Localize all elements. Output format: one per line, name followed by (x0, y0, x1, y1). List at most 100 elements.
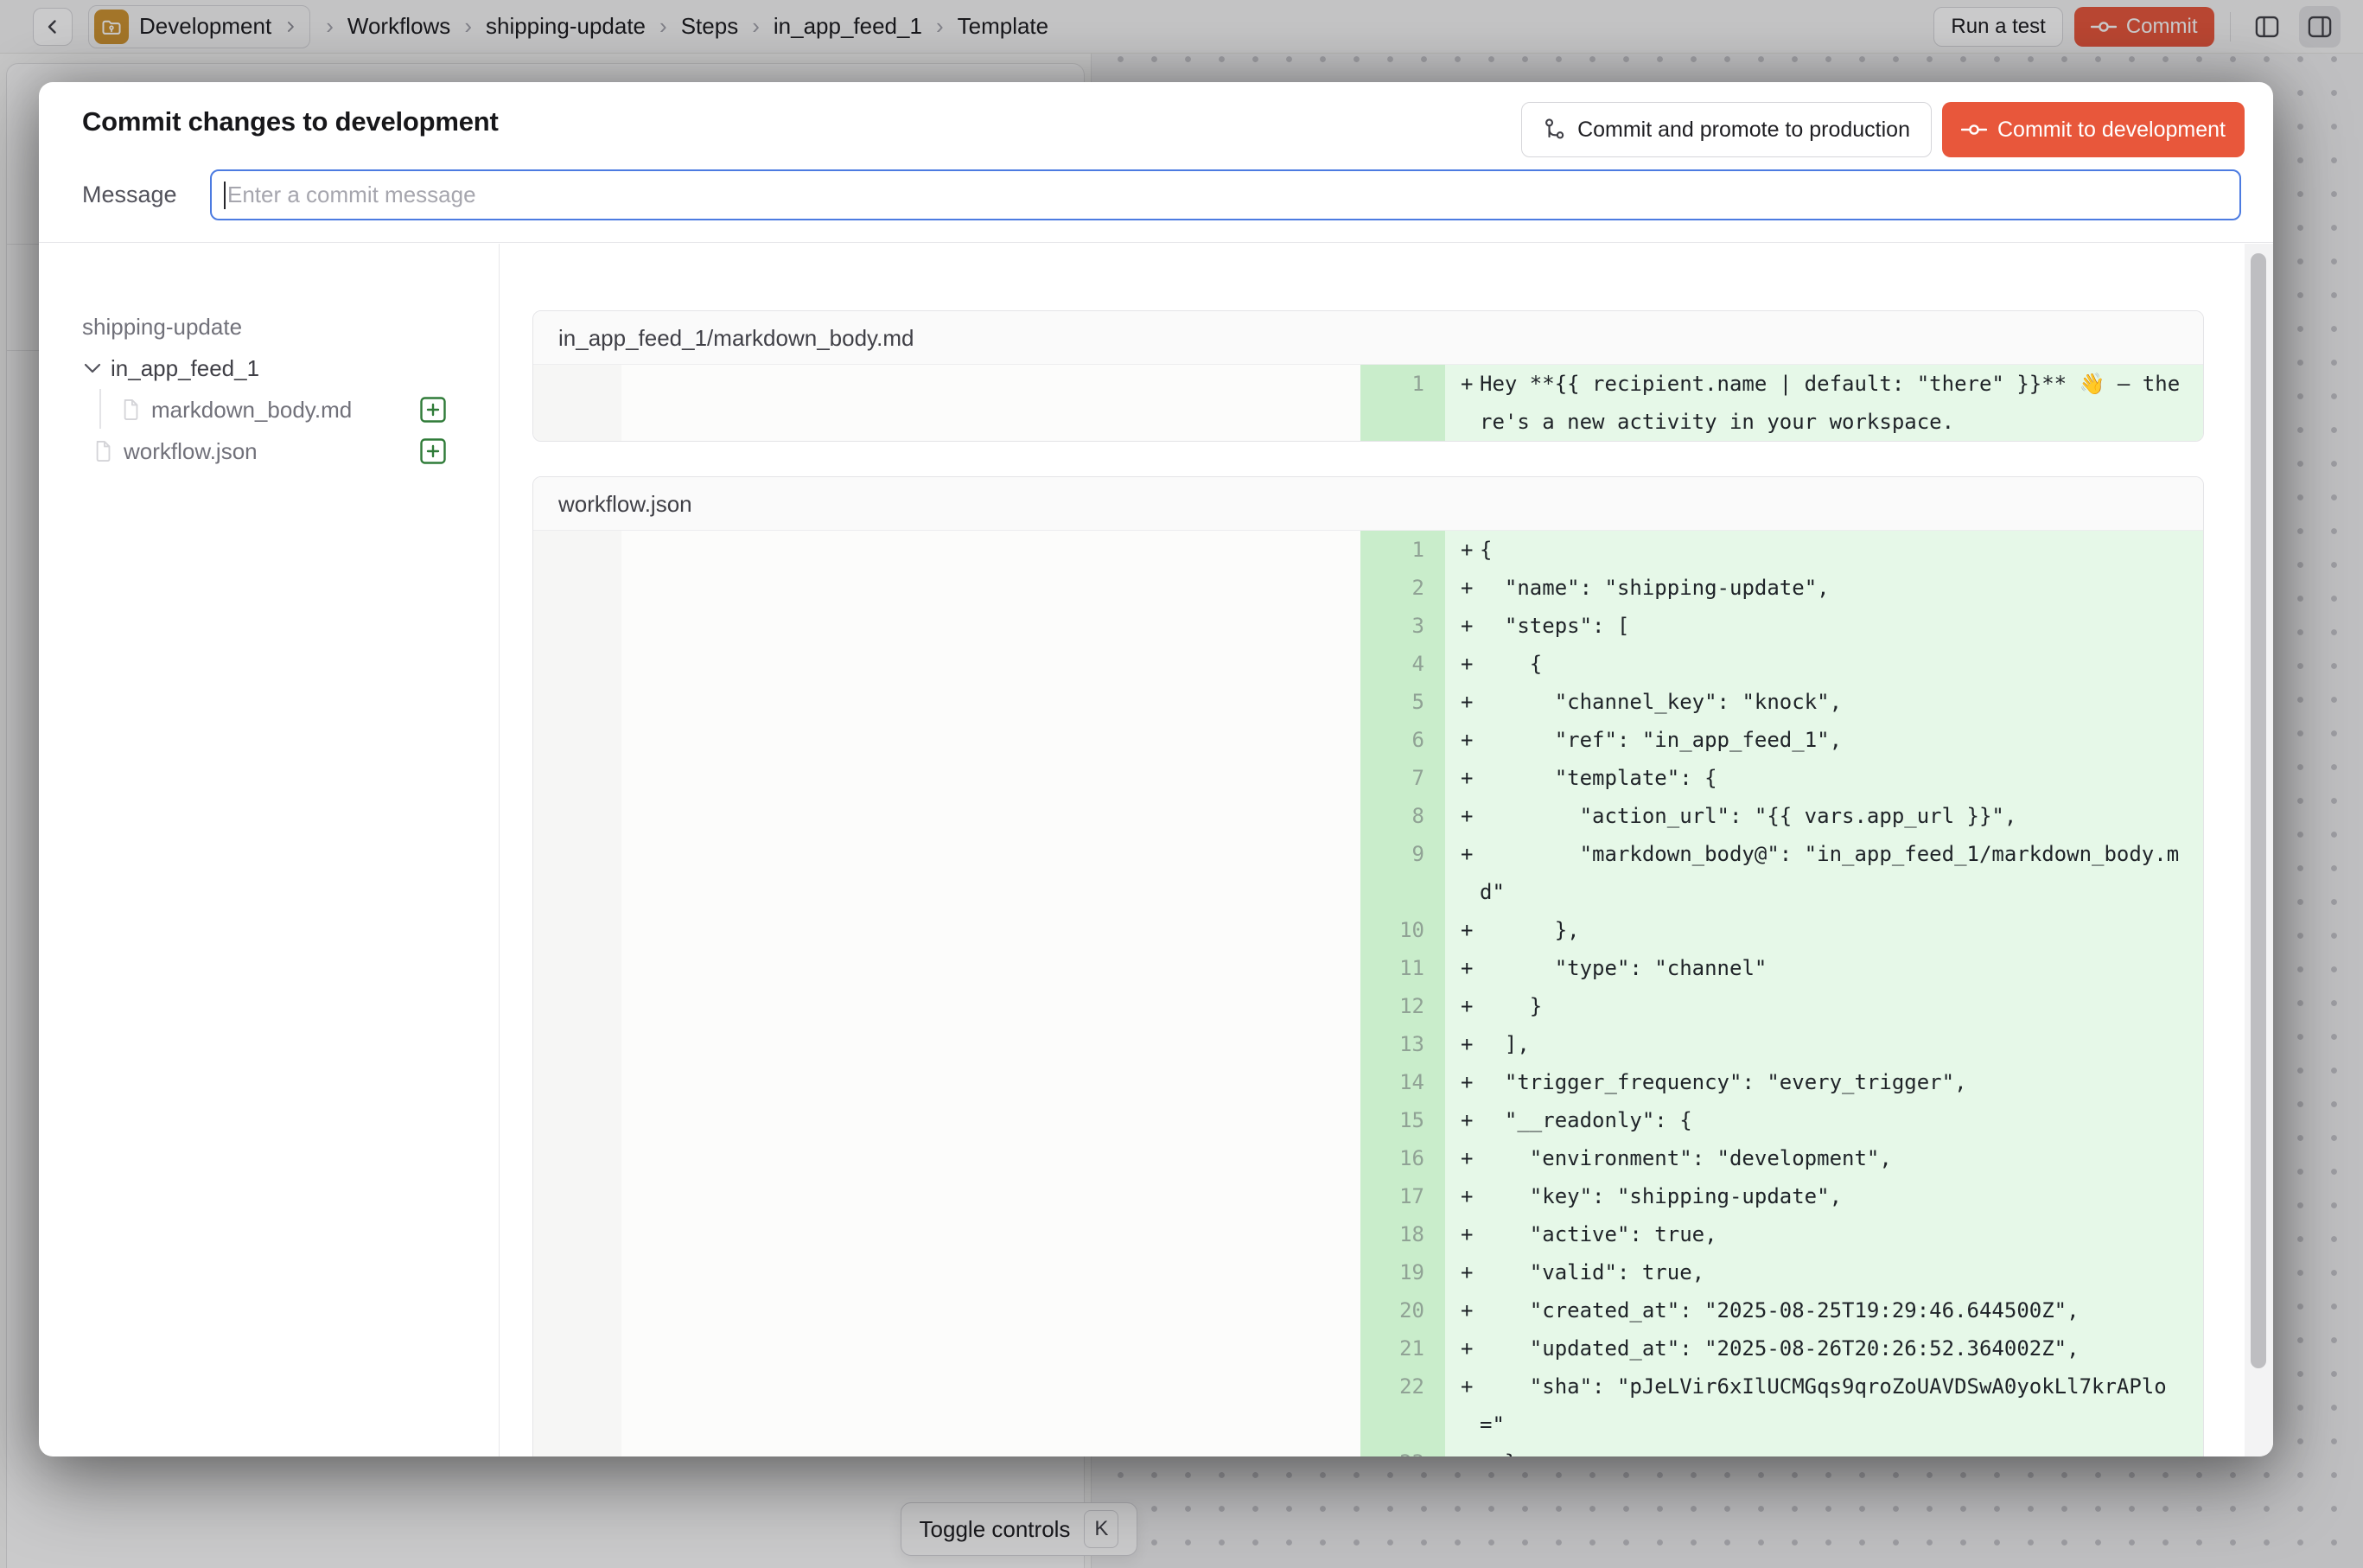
file-icon (121, 398, 142, 422)
old-line-content (621, 1329, 1360, 1367)
diff-add-sign: + (1445, 797, 1480, 835)
tree-step-label: in_app_feed_1 (111, 355, 259, 382)
old-line-content (621, 1291, 1360, 1329)
old-line-content (621, 569, 1360, 607)
modal-title: Commit changes to development (82, 106, 499, 137)
new-line-number: 12 (1360, 987, 1445, 1025)
diff-add-sign: + (1445, 1291, 1480, 1329)
new-line-number: 23 (1360, 1444, 1445, 1456)
diff-line-text: }, (1480, 911, 2203, 949)
old-line-gutter (533, 759, 621, 797)
old-line-content (621, 835, 1360, 911)
old-line-content (621, 797, 1360, 835)
diff-panel: in_app_feed_1/markdown_body.md 1+Hey **{… (500, 244, 2273, 1456)
diff-line: 19+ "valid": true, (533, 1253, 2203, 1291)
scrollbar-track[interactable] (2245, 244, 2273, 1456)
diff-add-sign: + (1445, 645, 1480, 683)
diff-line-text: } (1480, 1444, 2203, 1456)
diff-add-sign: + (1445, 759, 1480, 797)
commit-message-field[interactable] (210, 169, 2241, 220)
tree-file-label: workflow.json (124, 438, 258, 465)
modal-header: Commit changes to development Commit and… (39, 82, 2273, 243)
old-line-gutter (533, 645, 621, 683)
tree-indent-guide (99, 389, 101, 429)
new-line-number: 18 (1360, 1215, 1445, 1253)
text-caret (224, 182, 226, 209)
new-line-content: + "name": "shipping-update", (1445, 569, 2203, 607)
old-line-gutter (533, 365, 621, 441)
tree-item-workflow[interactable]: shipping-update (39, 306, 499, 347)
added-file-icon (419, 396, 447, 424)
added-file-icon (419, 437, 447, 465)
old-line-content (621, 1444, 1360, 1456)
old-line-content (621, 1215, 1360, 1253)
tree-file-label: markdown_body.md (151, 397, 352, 424)
diff-line-text: "key": "shipping-update", (1480, 1177, 2203, 1215)
old-line-gutter (533, 1215, 621, 1253)
diff-line-text: { (1480, 645, 2203, 683)
new-line-number: 10 (1360, 911, 1445, 949)
diff-line-text: "__readonly": { (1480, 1101, 2203, 1139)
old-line-content (621, 987, 1360, 1025)
new-line-content: + { (1445, 645, 2203, 683)
old-line-gutter (533, 987, 621, 1025)
screen: Development ›Workflows›shipping-update›S… (0, 0, 2363, 1568)
scrollbar-thumb[interactable] (2251, 253, 2266, 1368)
new-line-content: + "template": { (1445, 759, 2203, 797)
tree-item-step[interactable]: in_app_feed_1 (39, 347, 499, 389)
old-line-gutter (533, 911, 621, 949)
old-line-gutter (533, 1291, 621, 1329)
new-line-content: +{ (1445, 531, 2203, 569)
diff-add-sign: + (1445, 721, 1480, 759)
new-line-content: + "type": "channel" (1445, 949, 2203, 987)
tree-item-file-markdown[interactable]: markdown_body.md (39, 389, 499, 430)
diff-line: 9+ "markdown_body@": "in_app_feed_1/mark… (533, 835, 2203, 911)
old-line-gutter (533, 1444, 621, 1456)
diff-line-text: "ref": "in_app_feed_1", (1480, 721, 2203, 759)
new-line-number: 21 (1360, 1329, 1445, 1367)
new-line-number: 5 (1360, 683, 1445, 721)
new-line-number: 2 (1360, 569, 1445, 607)
diff-line: 7+ "template": { (533, 759, 2203, 797)
commit-and-promote-button[interactable]: Commit and promote to production (1521, 102, 1932, 157)
diff-line-text: "trigger_frequency": "every_trigger", (1480, 1063, 2203, 1101)
old-line-gutter (533, 721, 621, 759)
old-line-gutter (533, 1101, 621, 1139)
diff-line: 10+ }, (533, 911, 2203, 949)
diff-add-sign: + (1445, 365, 1480, 403)
new-line-number: 13 (1360, 1025, 1445, 1063)
commit-to-development-button[interactable]: Commit to development (1942, 102, 2245, 157)
diff-line: 5+ "channel_key": "knock", (533, 683, 2203, 721)
old-line-gutter (533, 797, 621, 835)
old-line-content (621, 645, 1360, 683)
diff-add-sign: + (1445, 569, 1480, 607)
tree-item-file-workflow[interactable]: workflow.json (39, 430, 499, 472)
old-line-gutter (533, 835, 621, 911)
file-icon (93, 439, 114, 463)
diff-line-text: "created_at": "2025-08-25T19:29:46.64450… (1480, 1291, 2203, 1329)
commit-message-input[interactable] (212, 171, 2239, 219)
old-line-content (621, 607, 1360, 645)
new-line-number: 22 (1360, 1367, 1445, 1444)
diff-line: 8+ "action_url": "{{ vars.app_url }}", (533, 797, 2203, 835)
diff-line: 21+ "updated_at": "2025-08-26T20:26:52.3… (533, 1329, 2203, 1367)
diff-line: 2+ "name": "shipping-update", (533, 569, 2203, 607)
new-line-content: + } (1445, 987, 2203, 1025)
new-line-number: 11 (1360, 949, 1445, 987)
diff-line: 6+ "ref": "in_app_feed_1", (533, 721, 2203, 759)
old-line-gutter (533, 1063, 621, 1101)
diff-line-text: { (1480, 531, 2203, 569)
new-line-number: 6 (1360, 721, 1445, 759)
old-line-content (621, 1177, 1360, 1215)
promote-branch-icon (1543, 118, 1567, 142)
diff-line: 16+ "environment": "development", (533, 1139, 2203, 1177)
diff-line: 12+ } (533, 987, 2203, 1025)
diff-line: 20+ "created_at": "2025-08-25T19:29:46.6… (533, 1291, 2203, 1329)
old-line-content (621, 1063, 1360, 1101)
new-line-content: + "key": "shipping-update", (1445, 1177, 2203, 1215)
diff-line: 17+ "key": "shipping-update", (533, 1177, 2203, 1215)
new-line-content: + "channel_key": "knock", (1445, 683, 2203, 721)
old-line-content (621, 1253, 1360, 1291)
new-line-content: + ], (1445, 1025, 2203, 1063)
diff-file-name: workflow.json (558, 491, 692, 517)
